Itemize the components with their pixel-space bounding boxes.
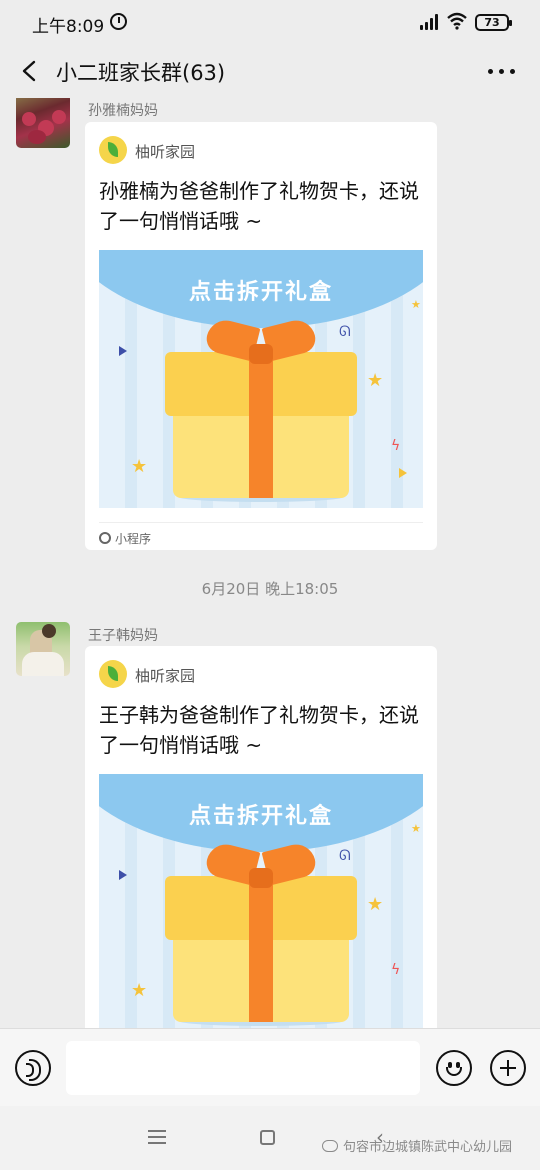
app-logo-icon: [99, 660, 127, 688]
plus-icon[interactable]: [490, 1050, 526, 1086]
sender-name: 王子韩妈妈: [88, 628, 158, 644]
cover-title: 点击拆开礼盒: [188, 280, 333, 305]
system-nav-bar: ‹ 句容市边城镇陈武中心幼儿园: [0, 1106, 540, 1170]
cover-title: 点击拆开礼盒: [188, 804, 333, 829]
mini-program-card[interactable]: 柚听家园 王子韩为爸爸制作了礼物贺卡，还说了一句悄悄话哦 ~ 点击拆开礼盒 ᘏ …: [85, 646, 437, 1028]
mini-program-label: 小程序: [115, 532, 152, 546]
menu-icon[interactable]: [148, 1130, 166, 1144]
gift-cover-image[interactable]: 点击拆开礼盒 ᘏ ★ ★ ★ ϟ: [99, 774, 423, 1028]
app-logo-icon: [99, 136, 127, 164]
input-bar: [0, 1028, 540, 1106]
battery-icon: 73: [475, 14, 512, 31]
chat-area[interactable]: 孙雅楠妈妈 柚听家园 孙雅楠为爸爸制作了礼物贺卡，还说了一句悄悄话哦 ~ 点击拆…: [0, 98, 540, 1028]
watermark: 句容市边城镇陈武中心幼儿园: [322, 1136, 512, 1155]
mini-program-card[interactable]: 柚听家园 孙雅楠为爸爸制作了礼物贺卡，还说了一句悄悄话哦 ~ 点击拆开礼盒 ᘏ …: [85, 122, 437, 550]
card-text: 孙雅楠为爸爸制作了礼物贺卡，还说了一句悄悄话哦 ~: [99, 179, 419, 233]
gift-cover-image[interactable]: 点击拆开礼盒 ᘏ ★ ★ ★ ϟ: [99, 250, 423, 508]
wechat-logo-icon: [322, 1140, 338, 1152]
sender-name: 孙雅楠妈妈: [88, 103, 158, 119]
card-footer: 小程序: [96, 522, 423, 547]
avatar[interactable]: [16, 622, 70, 676]
voice-icon[interactable]: [15, 1050, 51, 1086]
chat-title: 小二班家长群(63): [56, 61, 226, 85]
back-icon[interactable]: [20, 60, 38, 82]
app-name: 柚听家园: [135, 667, 196, 685]
chat-header: 小二班家长群(63): [0, 46, 540, 98]
link-icon: [96, 529, 114, 547]
signal-icon: [420, 14, 440, 30]
alarm-icon: [110, 13, 127, 30]
status-bar: 上午8:09 73: [0, 0, 540, 46]
timestamp: 6月20日 晚上18:05: [201, 580, 339, 598]
emoji-icon[interactable]: [436, 1050, 472, 1086]
home-icon[interactable]: [260, 1130, 275, 1145]
watermark-text: 句容市边城镇陈武中心幼儿园: [343, 1140, 513, 1155]
status-time: 上午8:09: [32, 17, 105, 37]
card-text: 王子韩为爸爸制作了礼物贺卡，还说了一句悄悄话哦 ~: [99, 703, 419, 757]
avatar[interactable]: [16, 98, 70, 148]
wifi-icon: [447, 12, 467, 30]
message-input[interactable]: [66, 1041, 420, 1095]
app-name: 柚听家园: [135, 143, 196, 161]
more-icon[interactable]: [486, 60, 518, 82]
